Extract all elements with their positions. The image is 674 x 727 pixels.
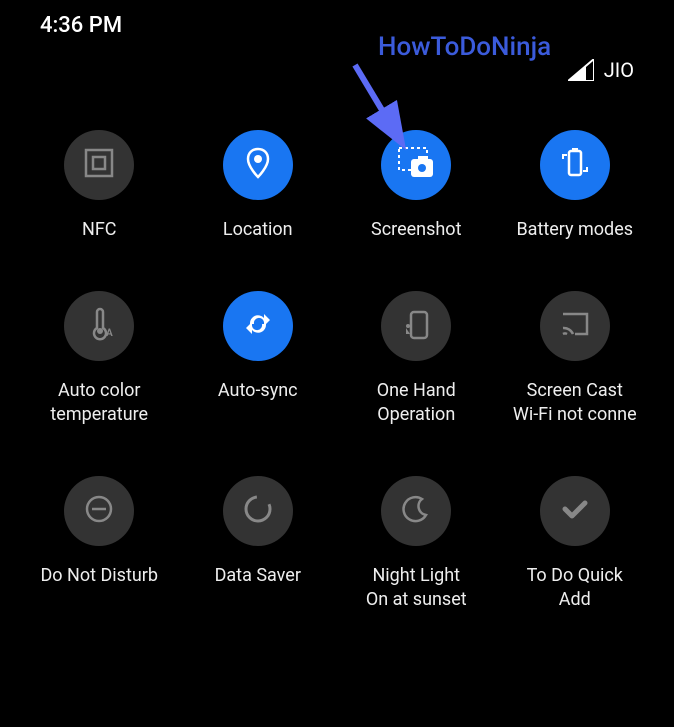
tile-circle [540, 291, 610, 361]
nightlight-icon [398, 491, 434, 531]
cast-icon [557, 306, 593, 346]
battery-icon [557, 145, 593, 185]
tile-circle [381, 291, 451, 361]
datasaver-icon [240, 491, 276, 531]
dnd-icon [81, 491, 117, 531]
tile-auto-color-temperature[interactable]: A Auto color temperature [20, 291, 179, 426]
tile-circle [223, 130, 293, 200]
annotation-text: HowToDoNinja [378, 32, 551, 62]
tile-label: Screenshot [371, 218, 461, 241]
tile-circle [540, 130, 610, 200]
tile-screen-cast[interactable]: Screen Cast Wi-Fi not conne [496, 291, 655, 426]
tile-label: Data Saver [215, 564, 301, 587]
tile-todo-quick-add[interactable]: To Do Quick Add [496, 476, 655, 611]
tile-auto-sync[interactable]: Auto-sync [179, 291, 338, 426]
tile-circle [381, 476, 451, 546]
tile-circle [64, 476, 134, 546]
tile-label: To Do Quick Add [527, 564, 623, 611]
screenshot-icon [396, 145, 436, 185]
onehand-icon [398, 306, 434, 346]
svg-text:A: A [106, 328, 113, 339]
tile-label: Location [223, 218, 293, 241]
thermometer-icon: A [81, 306, 117, 346]
todo-icon [557, 491, 593, 531]
signal-icon [568, 59, 594, 81]
location-icon [240, 145, 276, 185]
tile-label: Do Not Disturb [40, 564, 158, 587]
carrier-row: JIO [0, 50, 674, 82]
status-bar: 4:36 PM [0, 0, 674, 50]
quick-settings-grid: NFC Location Screenshot [0, 110, 674, 611]
sync-icon [240, 306, 276, 346]
carrier-label: JIO [604, 58, 634, 82]
tile-nfc[interactable]: NFC [20, 130, 179, 241]
tile-location[interactable]: Location [179, 130, 338, 241]
tile-data-saver[interactable]: Data Saver [179, 476, 338, 611]
tile-night-light[interactable]: Night Light On at sunset [337, 476, 496, 611]
status-time: 4:36 PM [40, 13, 122, 38]
tile-label: One Hand Operation [377, 379, 456, 426]
tile-circle [64, 130, 134, 200]
nfc-icon [81, 145, 117, 185]
tile-label: Night Light On at sunset [366, 564, 467, 611]
tile-battery-modes[interactable]: Battery modes [496, 130, 655, 241]
tile-one-hand-operation[interactable]: One Hand Operation [337, 291, 496, 426]
tile-screenshot[interactable]: Screenshot [337, 130, 496, 241]
tile-circle [223, 476, 293, 546]
tile-circle [223, 291, 293, 361]
tile-circle: A [64, 291, 134, 361]
tile-do-not-disturb[interactable]: Do Not Disturb [20, 476, 179, 611]
tile-label: Battery modes [516, 218, 633, 241]
tile-label: Auto-sync [218, 379, 298, 402]
tile-circle [540, 476, 610, 546]
tile-label: NFC [82, 218, 117, 241]
tile-circle [381, 130, 451, 200]
tile-label: Auto color temperature [50, 379, 148, 426]
tile-label: Screen Cast Wi-Fi not conne [513, 379, 637, 426]
